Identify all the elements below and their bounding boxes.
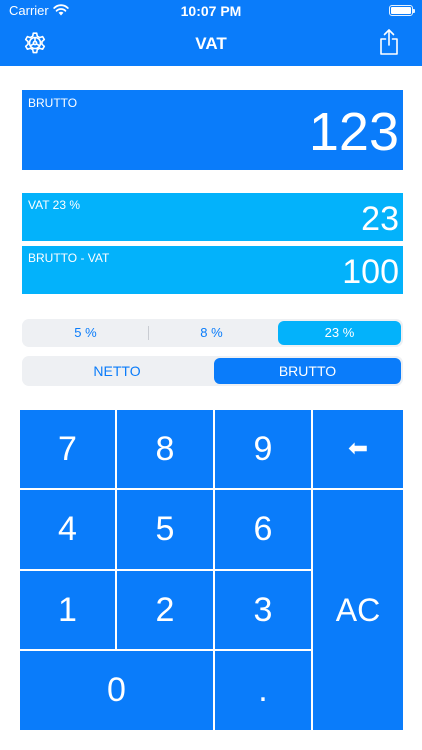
backspace-button[interactable]: ⬅ bbox=[313, 410, 403, 488]
net-amount-value: 100 bbox=[342, 253, 399, 291]
key-1[interactable]: 1 bbox=[20, 571, 115, 649]
key-3[interactable]: 3 bbox=[215, 571, 311, 649]
share-icon[interactable] bbox=[378, 28, 400, 56]
backspace-icon: ⬅ bbox=[347, 435, 369, 462]
mode-option-netto[interactable]: NETTO bbox=[24, 358, 210, 384]
vat-amount-value: 23 bbox=[361, 200, 399, 238]
display-value: 123 bbox=[308, 102, 399, 162]
page-title: VAT bbox=[195, 34, 227, 53]
rate-option-5[interactable]: 5 % bbox=[24, 321, 147, 345]
main-display: BRUTTO 123 bbox=[22, 90, 403, 170]
display-label: BRUTTO bbox=[28, 96, 78, 110]
key-6[interactable]: 6 bbox=[215, 490, 311, 569]
rate-option-8[interactable]: 8 % bbox=[149, 321, 274, 345]
key-0[interactable]: 0 bbox=[20, 651, 213, 730]
key-0-label: 0 bbox=[107, 671, 126, 709]
key-4[interactable]: 4 bbox=[20, 490, 115, 569]
mode-option-brutto[interactable]: BRUTTO bbox=[214, 358, 401, 384]
battery-icon bbox=[389, 5, 415, 16]
vat-rate-selector: 5 % 8 % 23 % bbox=[22, 319, 403, 347]
key-6-label: 6 bbox=[253, 510, 273, 548]
key-7[interactable]: 7 bbox=[20, 410, 115, 488]
clock: 10:07 PM bbox=[180, 3, 242, 19]
key-3-label: 3 bbox=[253, 591, 273, 629]
key-2-label: 2 bbox=[155, 591, 175, 629]
key-8-label: 8 bbox=[155, 430, 175, 468]
decimal-button[interactable]: . bbox=[215, 651, 311, 730]
vat-amount-label: VAT 23 % bbox=[28, 198, 81, 212]
clear-button[interactable]: AC bbox=[313, 490, 403, 730]
vat-amount-row: VAT 23 % 23 bbox=[22, 193, 403, 241]
status-bar: Carrier 10:07 PM bbox=[0, 0, 422, 22]
rate-option-23[interactable]: 23 % bbox=[278, 321, 401, 345]
navigation-bar: VAT bbox=[0, 22, 422, 66]
key-7-label: 7 bbox=[58, 430, 77, 468]
key-5[interactable]: 5 bbox=[117, 490, 213, 569]
key-2[interactable]: 2 bbox=[117, 571, 213, 649]
decimal-button-label: . bbox=[258, 671, 268, 709]
key-9-label: 9 bbox=[253, 430, 273, 468]
net-amount-label: BRUTTO - VAT bbox=[28, 251, 110, 265]
keypad: 7 8 9 ⬅ 4 5 6 1 2 3 AC 0 . bbox=[20, 410, 403, 730]
net-amount-row: BRUTTO - VAT 100 bbox=[22, 246, 403, 294]
mode-selector: NETTO BRUTTO bbox=[22, 356, 403, 386]
key-8[interactable]: 8 bbox=[117, 410, 213, 488]
key-9[interactable]: 9 bbox=[215, 410, 311, 488]
key-5-label: 5 bbox=[155, 510, 175, 548]
key-1-label: 1 bbox=[58, 591, 77, 629]
clear-button-label: AC bbox=[335, 592, 381, 628]
key-4-label: 4 bbox=[58, 510, 77, 548]
